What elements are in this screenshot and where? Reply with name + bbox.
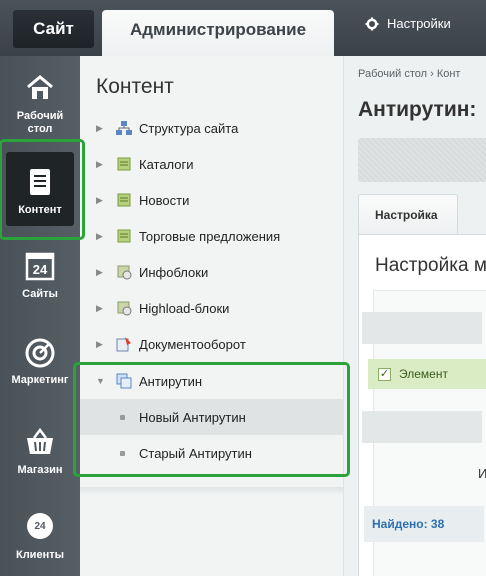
toolbar-area [358,138,486,182]
found-count[interactable]: Найдено: 38 [364,506,484,542]
settings-label: Настройки [387,16,451,31]
menu-label-marketing: Маркетинг [11,374,69,386]
tree-item-offers[interactable]: ▶ Торговые предложения [80,218,344,254]
top-bar: Сайт Администрирование Настройки [0,0,486,56]
expand-arrow-icon[interactable]: ▶ [96,123,106,134]
menu-label-shop: Магазин [17,464,63,476]
tree-label: Структура сайта [139,120,239,136]
expand-arrow-icon[interactable]: ▶ [96,231,106,242]
tree-title: Контент [96,75,174,98]
tree-item-highload[interactable]: ▶ Highload-блоки [80,290,344,326]
main-content: Рабочий стол › Конт Антирутин: Настройка… [344,56,486,576]
tree-label: Каталоги [139,156,194,172]
highlight-frame-content [0,139,85,240]
settings-row [362,411,482,443]
expand-arrow-icon[interactable]: ▶ [96,195,106,206]
tab-site[interactable]: Сайт [13,10,94,48]
home-icon [27,75,53,99]
content-tree-panel: Контент ▶ Структура сайта ▶ Каталоги ▶ Н… [80,56,344,576]
basket-icon [27,427,53,454]
menu-item-clients[interactable]: 24 Клиенты [0,511,80,562]
tree-label: Документооборот [139,336,246,352]
menu-label-desktop: Рабочий стол [16,110,64,135]
tree-label: Highload-блоки [139,300,230,316]
menu-label-sites: Сайты [22,288,58,300]
expand-arrow-icon[interactable]: ▶ [96,267,106,278]
tree-item-iblocks[interactable]: ▶ Инфоблоки [80,254,344,290]
tree-divider [80,487,344,495]
sites-badge: 24 [32,262,48,277]
tree-item-structure[interactable]: ▶ Структура сайта [80,110,344,146]
highlight-frame-antirutin [73,362,350,477]
news-icon [117,193,131,207]
catalog-icon [117,157,131,171]
workflow-icon [116,337,131,352]
menu-item-sites[interactable]: 24 Сайты [0,250,80,301]
menu-item-desktop[interactable]: Рабочий стол [0,72,80,136]
tab-settings[interactable]: Настройка [358,194,458,234]
offers-icon [117,229,131,243]
tab-administration[interactable]: Администрирование [102,10,334,56]
element-checkbox-row[interactable]: ✓ Элемент [368,359,486,389]
tree-label: Инфоблоки [139,264,209,280]
expand-arrow-icon[interactable]: ▶ [96,339,106,350]
settings-row [362,312,482,344]
field-label: И [478,466,486,481]
tree-item-catalogs[interactable]: ▶ Каталоги [80,146,344,182]
menu-label-clients: Клиенты [15,549,64,561]
settings-link[interactable]: Настройки [365,16,451,31]
clients-badge: 24 [34,521,46,532]
tree-label: Новости [139,192,190,208]
menu-item-marketing[interactable]: Маркетинг [0,336,80,387]
target-icon [25,338,55,368]
expand-arrow-icon[interactable]: ▶ [96,303,106,314]
menu-item-shop[interactable]: Магазин [0,426,80,477]
structure-icon [116,121,132,135]
expand-arrow-icon[interactable]: ▶ [96,159,106,170]
page-title: Антирутин: [358,98,477,121]
breadcrumb[interactable]: Рабочий стол › Конт [358,68,460,80]
tree-label: Торговые предложения [139,228,281,244]
gear-icon [365,17,379,30]
highload-icon [117,301,132,316]
left-menu: Рабочий стол Контент 24 Сайты Маркетинг … [0,56,80,576]
element-label: Элемент [399,367,448,381]
tree-item-news[interactable]: ▶ Новости [80,182,344,218]
content-title: Настройка м [375,255,486,276]
element-checkbox[interactable]: ✓ [378,367,391,381]
iblock-icon [117,265,132,280]
tree-item-workflow[interactable]: ▶ Документооборот [80,326,344,362]
